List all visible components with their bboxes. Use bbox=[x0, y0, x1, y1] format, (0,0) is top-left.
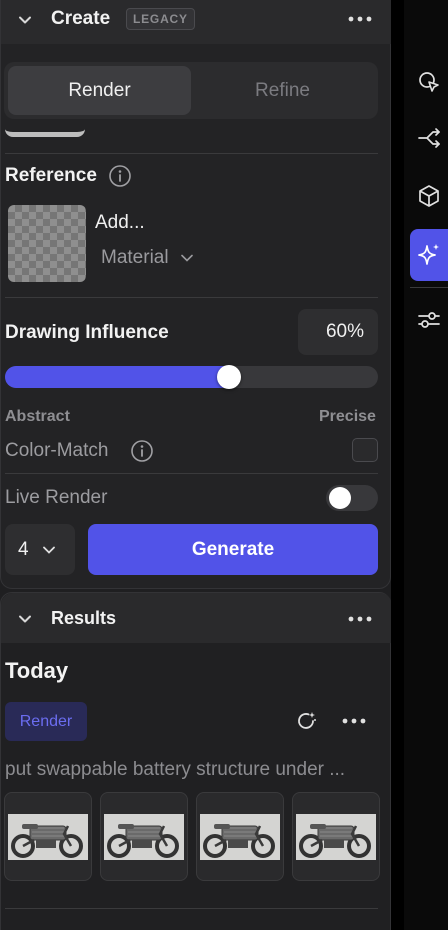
regenerate-icon[interactable] bbox=[294, 709, 318, 733]
color-match-label: Color-Match bbox=[5, 440, 109, 461]
image-count-value: 4 bbox=[18, 538, 29, 560]
sliders-icon bbox=[418, 312, 440, 328]
image-count-select[interactable]: 4 bbox=[5, 524, 75, 575]
live-render-toggle[interactable] bbox=[326, 485, 378, 511]
tool-cursor-sparkle[interactable] bbox=[410, 56, 448, 108]
toggle-knob bbox=[329, 487, 351, 509]
group-heading-today: Today bbox=[5, 658, 69, 683]
reference-type-value: Material bbox=[101, 247, 169, 268]
slider-min-label: Abstract bbox=[5, 408, 70, 425]
divider bbox=[5, 908, 378, 909]
tab-refine[interactable]: Refine bbox=[191, 66, 374, 115]
result-thumbnail[interactable] bbox=[4, 792, 92, 881]
drawing-influence-value[interactable]: 60% bbox=[298, 309, 378, 355]
generate-button[interactable]: Generate bbox=[88, 524, 378, 575]
render-badge: Render bbox=[5, 702, 87, 741]
motorcycle-image bbox=[104, 813, 184, 860]
drawing-influence-slider[interactable] bbox=[5, 365, 378, 389]
result-thumbnails bbox=[4, 792, 380, 881]
result-prompt-text[interactable]: put swappable battery structure under ..… bbox=[5, 759, 383, 781]
chevron-down-icon bbox=[42, 546, 55, 554]
cursor-sparkle-icon bbox=[419, 72, 439, 92]
chevron-down-icon[interactable] bbox=[18, 13, 32, 27]
slider-max-label: Precise bbox=[319, 408, 376, 425]
results-title: Results bbox=[51, 608, 117, 628]
result-thumbnail[interactable] bbox=[196, 792, 284, 881]
divider bbox=[5, 473, 378, 474]
side-panel: Create LEGACY Render Refine Reference Ad… bbox=[0, 0, 391, 930]
divider bbox=[5, 153, 378, 154]
tool-adjustments[interactable] bbox=[410, 294, 448, 346]
tool-ai-sparkle[interactable] bbox=[410, 229, 448, 281]
result-thumbnail[interactable] bbox=[292, 792, 380, 881]
divider bbox=[5, 297, 378, 298]
branch-icon bbox=[418, 128, 440, 148]
color-match-checkbox[interactable] bbox=[352, 438, 378, 462]
chevron-down-icon[interactable] bbox=[18, 612, 32, 626]
info-icon[interactable] bbox=[130, 439, 154, 463]
info-icon[interactable] bbox=[108, 164, 132, 188]
motorcycle-image bbox=[200, 813, 280, 860]
create-header[interactable]: Create LEGACY bbox=[1, 0, 391, 44]
reference-type-select[interactable]: Material bbox=[101, 247, 193, 269]
scrolled-content-edge bbox=[5, 121, 85, 137]
motorcycle-image bbox=[296, 813, 376, 860]
reference-image-placeholder[interactable] bbox=[8, 205, 86, 282]
tab-render[interactable]: Render bbox=[8, 66, 191, 115]
drawing-influence-label: Drawing Influence bbox=[5, 322, 169, 343]
slider-handle[interactable] bbox=[217, 365, 241, 389]
results-header[interactable]: Results bbox=[1, 593, 391, 643]
more-options-icon[interactable] bbox=[348, 16, 372, 22]
tool-branch[interactable] bbox=[410, 112, 448, 164]
sparkle-icon bbox=[418, 244, 439, 265]
live-render-label: Live Render bbox=[5, 487, 108, 508]
cube-icon bbox=[419, 185, 439, 207]
more-options-icon[interactable] bbox=[348, 616, 372, 622]
right-toolbar bbox=[404, 0, 448, 930]
create-title: Create bbox=[51, 8, 111, 29]
legacy-badge: LEGACY bbox=[126, 8, 195, 30]
tool-cube[interactable] bbox=[410, 170, 448, 222]
result-thumbnail[interactable] bbox=[100, 792, 188, 881]
slider-fill bbox=[5, 366, 229, 388]
add-reference-button[interactable]: Add... bbox=[95, 212, 145, 234]
more-options-icon[interactable] bbox=[342, 718, 366, 724]
reference-label: Reference bbox=[5, 165, 97, 186]
mode-tabs: Render Refine bbox=[4, 62, 378, 119]
toolbar-divider bbox=[410, 287, 448, 288]
motorcycle-image bbox=[8, 813, 88, 860]
chevron-down-icon bbox=[180, 254, 193, 262]
